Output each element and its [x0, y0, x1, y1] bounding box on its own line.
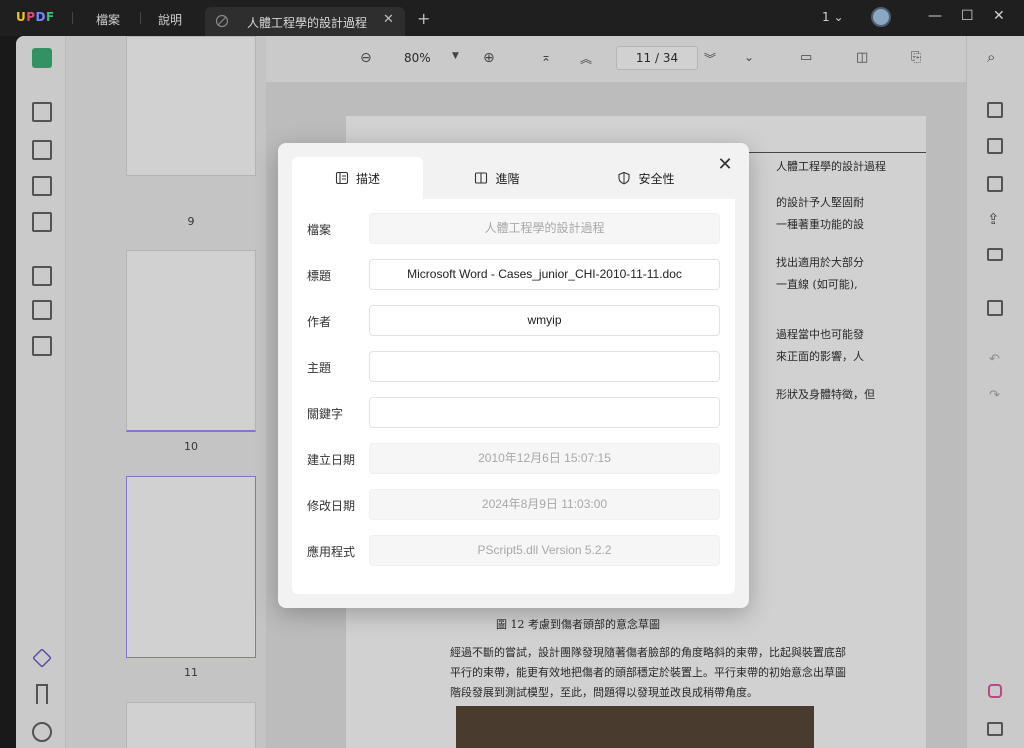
- book-icon: [475, 172, 488, 184]
- title-bar: UPDF 檔案 說明 人體工程學的設計過程 ✕ + 1 ⌄ — ☐ ✕: [0, 0, 1024, 36]
- tab-advanced-label: 進階: [495, 171, 520, 186]
- modified-date-field: 2024年8月9日 11:03:00: [369, 489, 720, 520]
- document-icon: [335, 171, 349, 185]
- divider: [72, 12, 73, 24]
- avatar[interactable]: [871, 7, 891, 27]
- description-panel: 檔案 人體工程學的設計過程 標題 Microsoft Word - Cases_…: [292, 199, 735, 594]
- window-count[interactable]: 1 ⌄: [822, 10, 844, 24]
- application-label: 應用程式: [307, 545, 356, 559]
- file-field: 人體工程學的設計過程: [369, 213, 720, 244]
- window-count-value: 1: [822, 10, 830, 24]
- tab-description[interactable]: 描述: [292, 157, 423, 199]
- document-tab-title: 人體工程學的設計過程: [247, 16, 368, 30]
- menu-file[interactable]: 檔案: [96, 11, 120, 28]
- divider: [140, 12, 141, 24]
- document-properties-dialog: ✕ 描述 進階 安全性 檔案 人體工程學的設計過程 標題 Microsoft W…: [278, 143, 749, 608]
- author-label: 作者: [307, 315, 332, 329]
- minimize-button[interactable]: —: [928, 8, 942, 24]
- chevron-down-icon: ⌄: [833, 10, 844, 24]
- menu-help[interactable]: 說明: [158, 11, 182, 28]
- maximize-button[interactable]: ☐: [961, 8, 974, 24]
- file-label: 檔案: [307, 223, 332, 237]
- tab-description-label: 描述: [355, 171, 380, 186]
- shield-icon: [618, 171, 631, 185]
- subject-label: 主題: [307, 361, 332, 375]
- keywords-field[interactable]: [369, 397, 720, 428]
- keywords-label: 關鍵字: [307, 407, 344, 421]
- title-field[interactable]: Microsoft Word - Cases_junior_CHI-2010-1…: [369, 259, 720, 290]
- dialog-tabs: 描述 進階 安全性: [292, 157, 735, 199]
- created-date-label: 建立日期: [307, 453, 356, 467]
- created-date-field: 2010年12月6日 15:07:15: [369, 443, 720, 474]
- tab-advanced[interactable]: 進階: [423, 157, 571, 199]
- author-field[interactable]: wmyip: [369, 305, 720, 336]
- tab-security-label: 安全性: [638, 171, 675, 186]
- tab-security[interactable]: 安全性: [571, 157, 721, 199]
- document-tab[interactable]: 人體工程學的設計過程 ✕: [205, 7, 405, 36]
- app-logo: UPDF: [16, 10, 55, 24]
- document-tab-icon: [215, 13, 229, 32]
- close-window-button[interactable]: ✕: [993, 8, 1005, 24]
- application-field: PScript5.dll Version 5.2.2: [369, 535, 720, 566]
- new-tab-icon[interactable]: +: [417, 9, 430, 28]
- subject-field[interactable]: [369, 351, 720, 382]
- title-label: 標題: [307, 269, 332, 283]
- modified-date-label: 修改日期: [307, 499, 356, 513]
- close-tab-icon[interactable]: ✕: [383, 12, 394, 27]
